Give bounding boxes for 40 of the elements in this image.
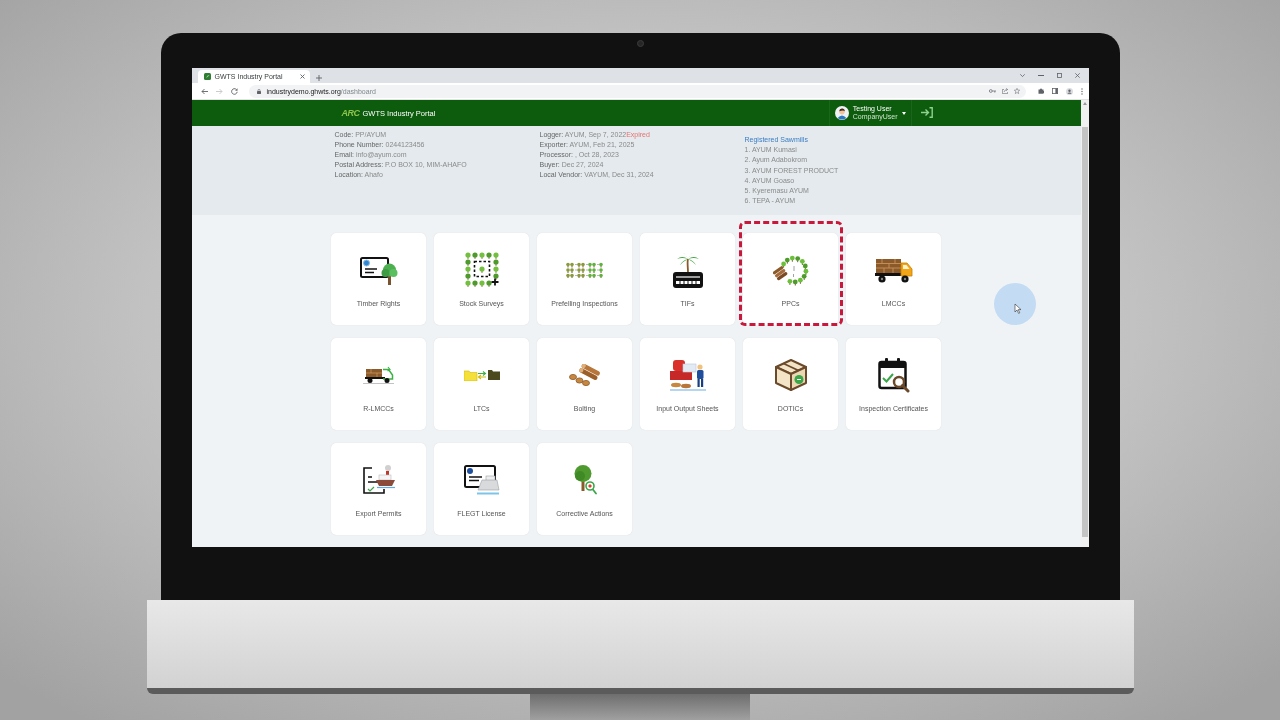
chevron-down-icon[interactable]: [1019, 74, 1025, 77]
certificate-tree-icon: [359, 255, 398, 285]
scrollbar-thumb[interactable]: [1081, 127, 1088, 537]
close-icon[interactable]: [299, 74, 305, 79]
favicon-icon: [203, 73, 211, 80]
caret-icon[interactable]: [901, 111, 906, 115]
log-truck-icon: [874, 257, 913, 283]
document-ship-icon: [361, 464, 396, 496]
tree-grid-icon: [464, 252, 499, 288]
plus-icon[interactable]: [315, 74, 322, 81]
tree-ring-icon: [772, 254, 809, 286]
reload-icon[interactable]: [230, 87, 238, 95]
scroll-up-icon[interactable]: [1082, 102, 1087, 105]
certificate-ship-icon: [463, 465, 500, 495]
menu-icon[interactable]: [1080, 87, 1083, 95]
close-icon[interactable]: [1074, 73, 1080, 78]
avatar-icon[interactable]: [834, 106, 849, 120]
star-icon[interactable]: [1013, 88, 1020, 94]
log-truck-icon: [362, 366, 395, 384]
logs-icon: [568, 364, 601, 386]
folder-transfer-icon: [463, 369, 500, 381]
machine-worker-icon: [669, 359, 706, 391]
box-badge-icon: [773, 358, 808, 392]
puzzle-icon[interactable]: [1037, 88, 1044, 94]
tree-rows-icon: [565, 262, 604, 278]
profile-icon[interactable]: [1065, 87, 1073, 95]
logo[interactable]: ARC: [341, 108, 360, 118]
maximize-icon[interactable]: [1056, 73, 1062, 78]
back-icon[interactable]: [200, 87, 208, 95]
share-icon[interactable]: [1001, 88, 1008, 94]
key-icon[interactable]: [988, 89, 996, 93]
lock-icon: [256, 88, 261, 94]
calendar-search-icon: [877, 357, 910, 393]
camera-icon: [636, 40, 644, 47]
minimize-icon[interactable]: [1037, 75, 1044, 76]
tree-magnifier-icon: [572, 465, 597, 495]
side-panel-icon[interactable]: [1051, 88, 1058, 94]
logout-icon[interactable]: [919, 107, 933, 118]
pointer-cursor-icon: [993, 283, 1036, 325]
scrollbar[interactable]: [1080, 100, 1089, 547]
